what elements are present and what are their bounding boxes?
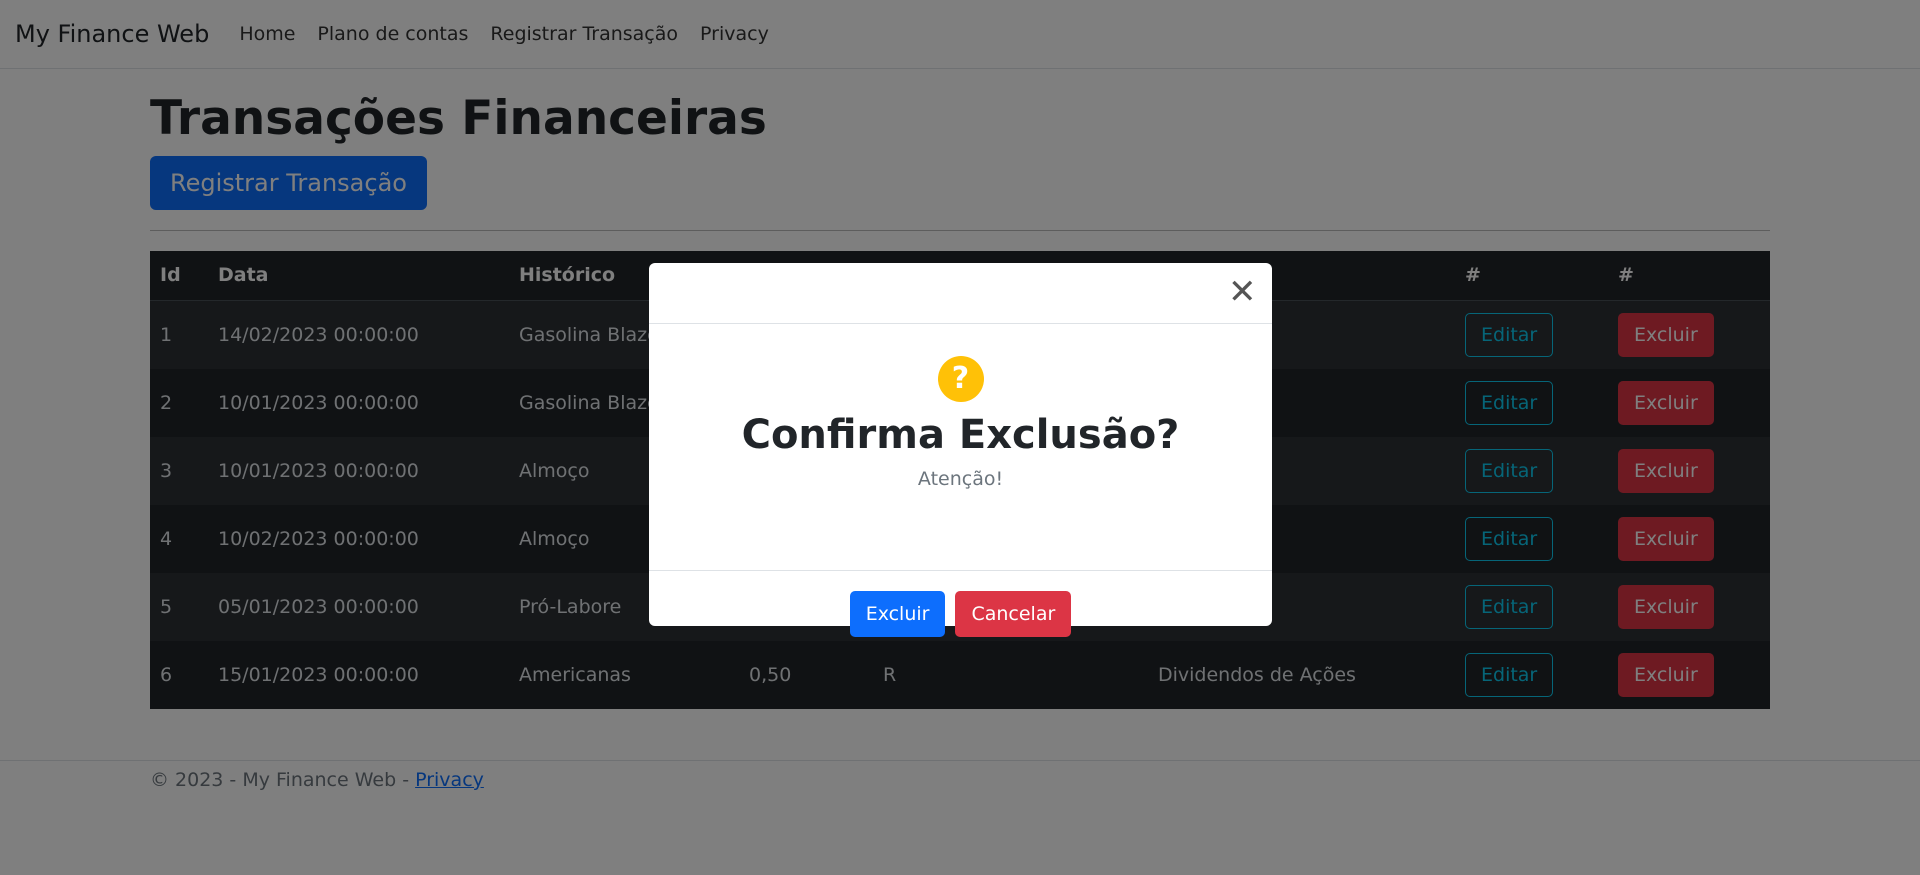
- modal-footer: Excluir Cancelar: [649, 571, 1272, 657]
- cancel-button[interactable]: Cancelar: [955, 591, 1072, 637]
- modal-subtitle: Atenção!: [917, 468, 1004, 490]
- close-icon[interactable]: ✕: [1228, 275, 1257, 309]
- modal-header: ✕: [649, 263, 1272, 324]
- confirm-delete-modal: ✕ ? Confirma Exclusão? Atenção! Excluir …: [649, 263, 1272, 637]
- modal-title: Confirma Exclusão?: [741, 412, 1180, 458]
- question-icon: ?: [937, 356, 984, 402]
- modal-body: ? Confirma Exclusão? Atenção!: [649, 356, 1272, 571]
- confirm-delete-button[interactable]: Excluir: [849, 591, 946, 637]
